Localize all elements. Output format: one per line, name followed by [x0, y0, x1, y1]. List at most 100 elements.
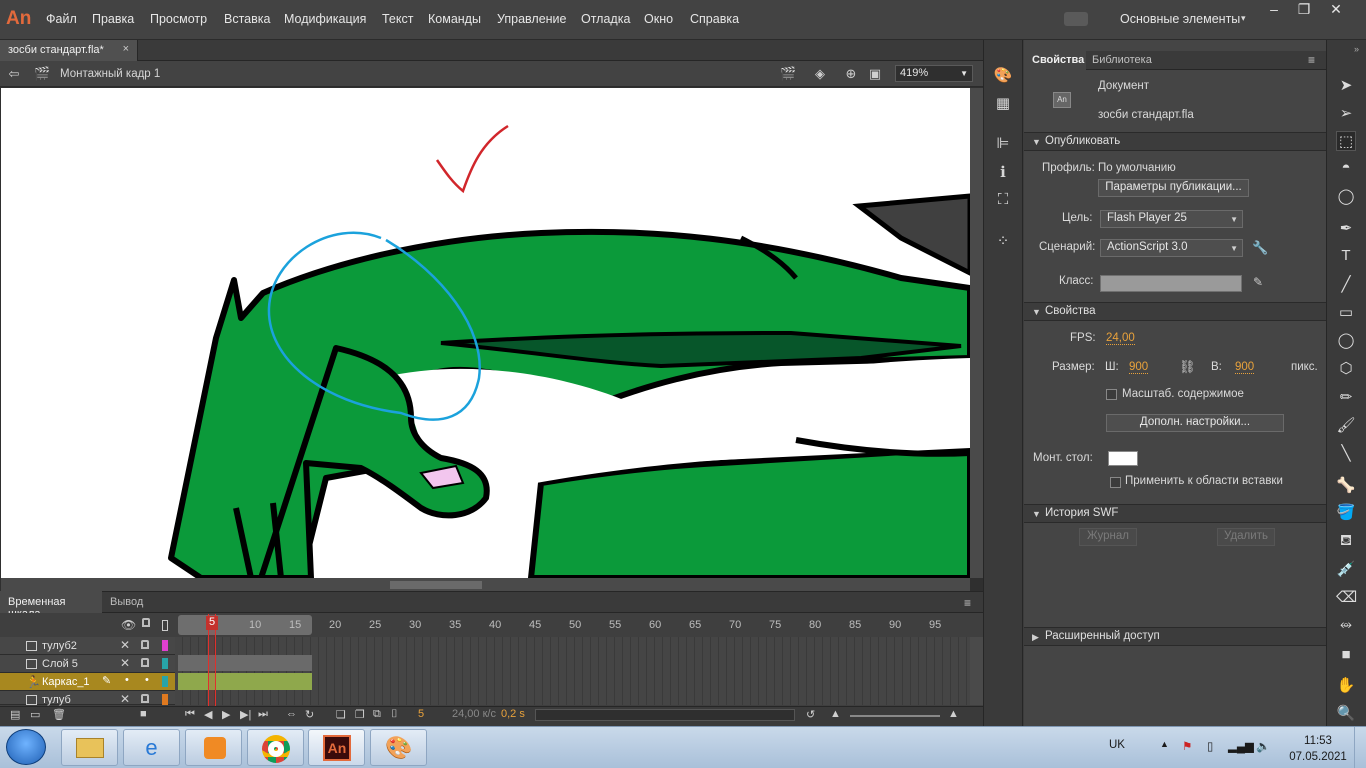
menu-help[interactable]: Справка	[690, 12, 739, 26]
class-input[interactable]	[1100, 275, 1242, 292]
back-arrow-icon[interactable]: ⇦	[6, 66, 22, 82]
edit-class-pencil-icon[interactable]: ✎	[1253, 275, 1263, 289]
tab-output[interactable]: Вывод	[110, 596, 143, 608]
lock-icon[interactable]	[141, 640, 149, 649]
layer-row[interactable]: тулуб2 ✕	[0, 637, 175, 655]
delete-layer-icon[interactable]: 🗑	[52, 708, 66, 721]
paint-bucket-tool-icon[interactable]: 🪣	[1336, 503, 1356, 523]
advanced-settings-button[interactable]: Дополн. настройки...	[1106, 414, 1284, 432]
menu-view[interactable]: Просмотр	[150, 12, 207, 26]
clip-stage-icon[interactable]: ▣	[867, 66, 883, 82]
text-tool-icon[interactable]: T	[1336, 247, 1356, 267]
link-chain-icon[interactable]: ⛓	[1179, 359, 1196, 375]
loop-icon[interactable]: ↻	[305, 708, 314, 721]
log-button[interactable]: Журнал	[1079, 528, 1137, 546]
menu-debug[interactable]: Отладка	[581, 12, 630, 26]
fit-timeline-icon[interactable]: ↺	[806, 708, 815, 721]
layer-row[interactable]: Слой 5 ✕	[0, 655, 175, 673]
camera-tool-icon[interactable]: ■	[1336, 646, 1356, 666]
tab-library[interactable]: Библиотека	[1092, 54, 1152, 66]
hide-layer-icon[interactable]: ✕	[120, 692, 130, 706]
delete-button[interactable]: Удалить	[1217, 528, 1275, 546]
edit-scene-icon[interactable]: 🎬	[780, 66, 796, 82]
close-icon[interactable]: ✕	[1322, 1, 1350, 19]
timeline-menu-icon[interactable]: ≡	[964, 596, 971, 610]
explorer-taskbar-icon[interactable]	[61, 729, 118, 766]
height-input[interactable]: 900	[1235, 361, 1255, 374]
outline-all-icon[interactable]	[162, 620, 168, 631]
components-icon[interactable]: ⁘	[993, 232, 1013, 250]
layer-color-swatch[interactable]	[162, 658, 168, 669]
step-back-icon[interactable]: ◀	[204, 708, 212, 721]
script-select[interactable]: ActionScript 3.0 ▼	[1100, 239, 1243, 257]
elapsed-time-value[interactable]: 0,2 s	[501, 708, 525, 720]
apply-paste-checkbox[interactable]	[1110, 477, 1121, 488]
start-button[interactable]	[6, 729, 46, 765]
rectangle-tool-icon[interactable]: ▭	[1336, 303, 1356, 323]
timeline-zoom-slider[interactable]	[850, 715, 940, 717]
section-accessibility[interactable]: ▶ Расширенный доступ	[1024, 627, 1326, 646]
hand-tool-icon[interactable]: ✋	[1336, 676, 1356, 696]
subselection-tool-icon[interactable]: ➢	[1336, 104, 1356, 124]
layer-color-swatch[interactable]	[162, 676, 168, 687]
document-tab[interactable]: зосби стандарт.fla* ×	[0, 40, 138, 61]
ie-taskbar-icon[interactable]: e	[123, 729, 180, 766]
oval-tool-icon[interactable]: ◯	[1336, 331, 1356, 351]
step-forward-icon[interactable]: ▶|	[240, 708, 251, 721]
menu-text[interactable]: Текст	[382, 12, 413, 26]
current-frame-value[interactable]: 5	[418, 708, 424, 720]
menu-file[interactable]: Файл	[46, 12, 77, 26]
center-frame-icon[interactable]: ⇔	[286, 708, 297, 720]
onion-skin-icon[interactable]: ❏	[336, 708, 346, 721]
menu-commands[interactable]: Команды	[428, 12, 481, 26]
frame-span[interactable]	[178, 655, 312, 671]
timeline-horizontal-scrollbar[interactable]	[535, 709, 795, 721]
lock-all-icon[interactable]	[142, 618, 150, 627]
menu-insert[interactable]: Вставка	[224, 12, 270, 26]
language-indicator[interactable]: UK	[1109, 739, 1125, 751]
fps-input[interactable]: 24,00	[1106, 332, 1135, 345]
tray-expand-icon[interactable]: ▲	[1160, 739, 1169, 749]
stage-horizontal-scroll-thumb[interactable]	[390, 581, 482, 589]
network-error-icon[interactable]: ⚑	[1182, 739, 1192, 753]
transform-icon[interactable]: ⛶	[993, 191, 1013, 209]
show-desktop-button[interactable]	[1354, 727, 1366, 768]
selection-tool-icon[interactable]: ➤	[1336, 76, 1356, 96]
battery-icon[interactable]: ▯	[1207, 739, 1213, 753]
polystar-tool-icon[interactable]: ⬡	[1336, 359, 1356, 379]
minimize-icon[interactable]: –	[1260, 1, 1288, 19]
center-stage-icon[interactable]: ⊕	[843, 66, 859, 82]
stage-vertical-scrollbar[interactable]	[970, 88, 983, 578]
menu-control[interactable]: Управление	[497, 12, 567, 26]
workspace-chevron-icon[interactable]: ▾	[1241, 13, 1246, 24]
menu-window[interactable]: Окно	[644, 12, 673, 26]
line-tool-icon[interactable]: ╱	[1336, 275, 1356, 295]
info-icon[interactable]: ℹ	[993, 163, 1013, 181]
volume-icon[interactable]: 🔈	[1256, 739, 1270, 753]
lock-dot-icon[interactable]: •	[145, 674, 149, 686]
close-tab-icon[interactable]: ×	[123, 43, 129, 55]
panel-menu-icon[interactable]: ≡	[1308, 53, 1315, 67]
free-transform-tool-icon[interactable]: ⬚	[1336, 131, 1356, 151]
pencil-tool-icon[interactable]: ✏	[1336, 388, 1356, 408]
brush-tool-icon[interactable]: ╲	[1336, 444, 1356, 464]
playhead-frame-number[interactable]: 5	[206, 616, 218, 630]
width-tool-icon[interactable]: ⥈	[1336, 616, 1356, 636]
section-swf-history[interactable]: ▼ История SWF	[1024, 504, 1326, 523]
workspace-switcher[interactable]: Основные элементы	[1120, 12, 1240, 26]
swatches-icon[interactable]: ▦	[993, 94, 1013, 112]
edit-multiple-icon[interactable]: ⧉	[373, 708, 381, 721]
paint-taskbar-icon[interactable]: 🎨	[370, 729, 427, 766]
align-icon[interactable]: ⊫	[993, 134, 1013, 152]
show-hide-all-icon[interactable]: 👁	[121, 618, 136, 632]
tab-properties[interactable]: Свойства	[1024, 51, 1086, 70]
layer-row[interactable]: тулуб ✕	[0, 691, 175, 706]
tab-timeline[interactable]: Временная шкала	[0, 591, 102, 620]
new-folder-icon[interactable]: ▭	[30, 708, 40, 721]
onion-outline-icon[interactable]: ❐	[355, 708, 365, 721]
camera-icon[interactable]: ■	[140, 708, 147, 720]
new-layer-icon[interactable]: ▤	[10, 708, 20, 721]
last-frame-icon[interactable]: ⏭	[258, 708, 268, 721]
pen-tool-icon[interactable]: ✒	[1336, 219, 1356, 239]
eraser-tool-icon[interactable]: ⌫	[1336, 588, 1357, 608]
